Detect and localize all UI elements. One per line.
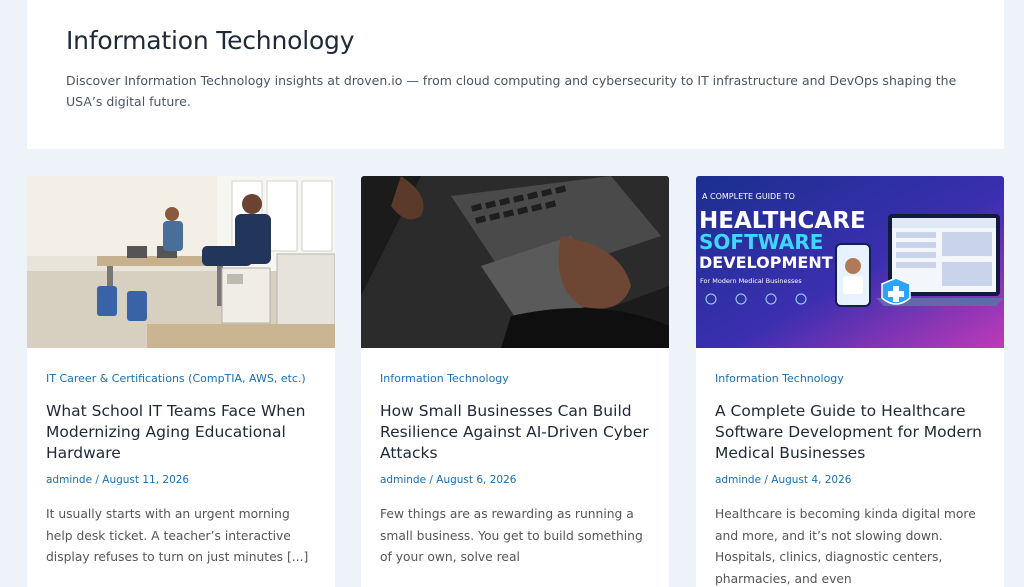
post-date: August 11, 2026 — [102, 474, 190, 486]
post-thumbnail-image[interactable] — [361, 176, 669, 348]
post-card: Information Technology How Small Busines… — [361, 176, 669, 587]
post-author-link[interactable]: adminde — [380, 474, 426, 486]
post-thumbnail-image[interactable]: A COMPLETE GUIDE TO HEALTHCARE SOFTWARE … — [696, 176, 1004, 348]
post-category-link[interactable]: Information Technology — [715, 372, 985, 385]
post-card: A COMPLETE GUIDE TO HEALTHCARE SOFTWARE … — [696, 176, 1004, 587]
post-excerpt: Healthcare is becoming kinda digital mor… — [715, 507, 976, 586]
post-meta: adminde / August 4, 2026 — [715, 474, 985, 486]
post-title-link[interactable]: A Complete Guide to Healthcare Software … — [715, 401, 985, 464]
graphic-line2-text: SOFTWARE — [699, 230, 823, 254]
post-category-link[interactable]: Information Technology — [380, 372, 650, 385]
post-card: IT Career & Certifications (CompTIA, AWS… — [27, 176, 335, 587]
post-category-link[interactable]: IT Career & Certifications (CompTIA, AWS… — [46, 372, 316, 385]
post-meta: adminde / August 6, 2026 — [380, 474, 650, 486]
post-date: August 4, 2026 — [771, 474, 852, 486]
archive-header: Information Technology Discover Informat… — [27, 0, 1004, 149]
post-title-link[interactable]: How Small Businesses Can Build Resilienc… — [380, 401, 650, 464]
post-author-link[interactable]: adminde — [715, 474, 761, 486]
post-thumbnail-image[interactable] — [27, 176, 335, 348]
page-title: Information Technology — [66, 26, 355, 55]
graphic-top-text: A COMPLETE GUIDE TO — [702, 192, 795, 201]
post-title-link[interactable]: What School IT Teams Face When Modernizi… — [46, 401, 316, 464]
post-excerpt: It usually starts with an urgent morning… — [46, 507, 309, 564]
post-date: August 6, 2026 — [436, 474, 517, 486]
graphic-sub-text: For Modern Medical Businesses — [700, 277, 802, 285]
graphic-line3-text: DEVELOPMENT — [699, 253, 833, 272]
post-meta: adminde / August 11, 2026 — [46, 474, 316, 486]
post-excerpt: Few things are as rewarding as running a… — [380, 507, 643, 564]
page-description: Discover Information Technology insights… — [66, 73, 957, 109]
post-author-link[interactable]: adminde — [46, 474, 92, 486]
